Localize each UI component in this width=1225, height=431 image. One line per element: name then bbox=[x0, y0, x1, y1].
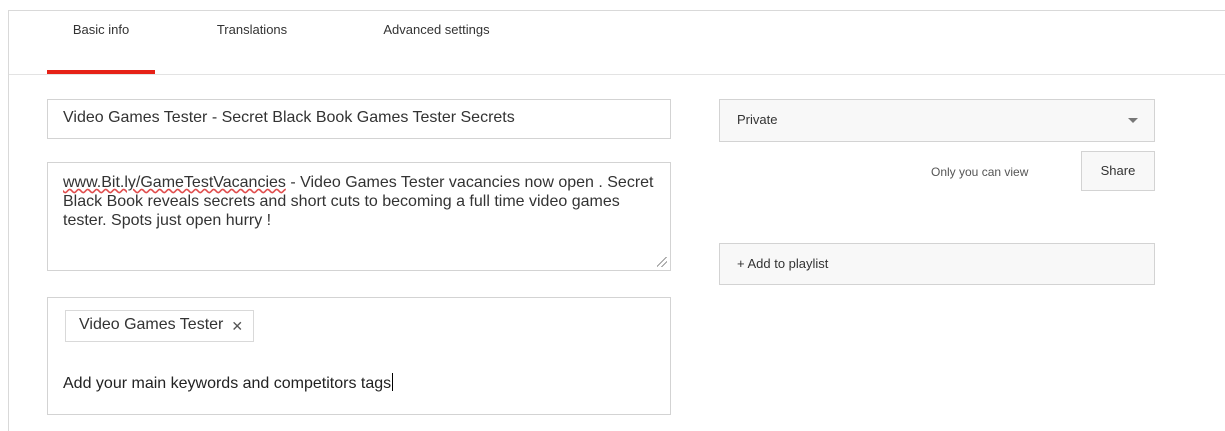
video-details-panel: Basic info Translations Advanced setting… bbox=[8, 10, 1225, 431]
chevron-down-icon bbox=[1128, 118, 1138, 123]
tags-input-text: Add your main keywords and competitors t… bbox=[63, 375, 392, 392]
share-button[interactable]: Share bbox=[1081, 151, 1155, 191]
text-cursor bbox=[392, 373, 394, 391]
tab-advanced-settings[interactable]: Advanced settings bbox=[354, 11, 519, 75]
tab-translations[interactable]: Translations bbox=[192, 11, 312, 75]
description-link: www.Bit.ly/GameTestVacancies bbox=[63, 174, 286, 191]
description-textarea[interactable]: www.Bit.ly/GameTestVacancies - Video Gam… bbox=[47, 162, 671, 271]
active-tab-indicator bbox=[47, 70, 155, 74]
tags-input[interactable]: Add your main keywords and competitors t… bbox=[63, 373, 653, 393]
title-input[interactable]: Video Games Tester - Secret Black Book G… bbox=[47, 99, 671, 139]
privacy-hint: Only you can view bbox=[931, 165, 1029, 179]
close-icon[interactable]: ✕ bbox=[231, 316, 243, 336]
privacy-dropdown[interactable]: Private bbox=[719, 99, 1155, 142]
tags-field[interactable]: Video Games Tester ✕ Add your main keywo… bbox=[47, 297, 671, 415]
resize-handle-icon[interactable] bbox=[657, 257, 667, 267]
privacy-selected-value: Private bbox=[737, 112, 778, 127]
tag-chip-label: Video Games Tester bbox=[79, 316, 224, 333]
add-to-playlist-button[interactable]: + Add to playlist bbox=[719, 243, 1155, 285]
tag-chip: Video Games Tester ✕ bbox=[65, 310, 255, 342]
tab-bar: Basic info Translations Advanced setting… bbox=[9, 11, 1225, 75]
tab-basic-info[interactable]: Basic info bbox=[47, 11, 155, 75]
